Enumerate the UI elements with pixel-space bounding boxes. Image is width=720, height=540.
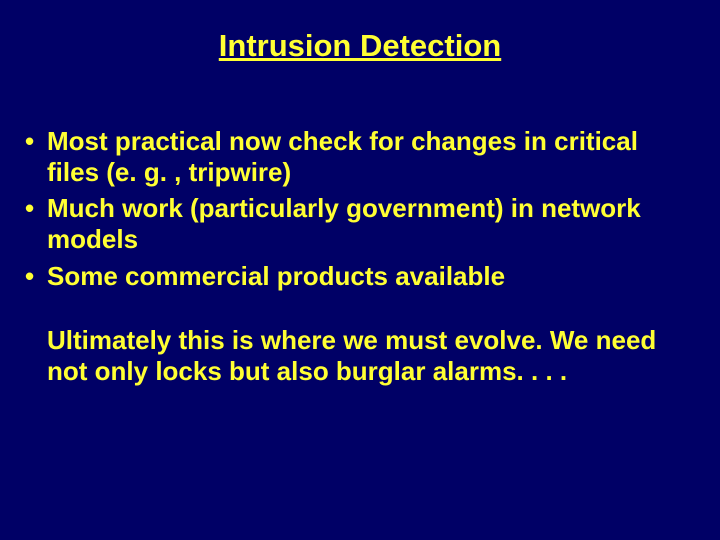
bullet-item: Much work (particularly government) in n… (25, 193, 695, 254)
bullet-item: Some commercial products available (25, 261, 695, 292)
slide-title: Intrusion Detection (25, 28, 695, 64)
conclusion-text: Ultimately this is where we must evolve.… (25, 325, 657, 386)
bullet-item: Most practical now check for changes in … (25, 126, 695, 187)
slide: Intrusion Detection Most practical now c… (0, 0, 720, 540)
bullet-list: Most practical now check for changes in … (25, 126, 695, 291)
